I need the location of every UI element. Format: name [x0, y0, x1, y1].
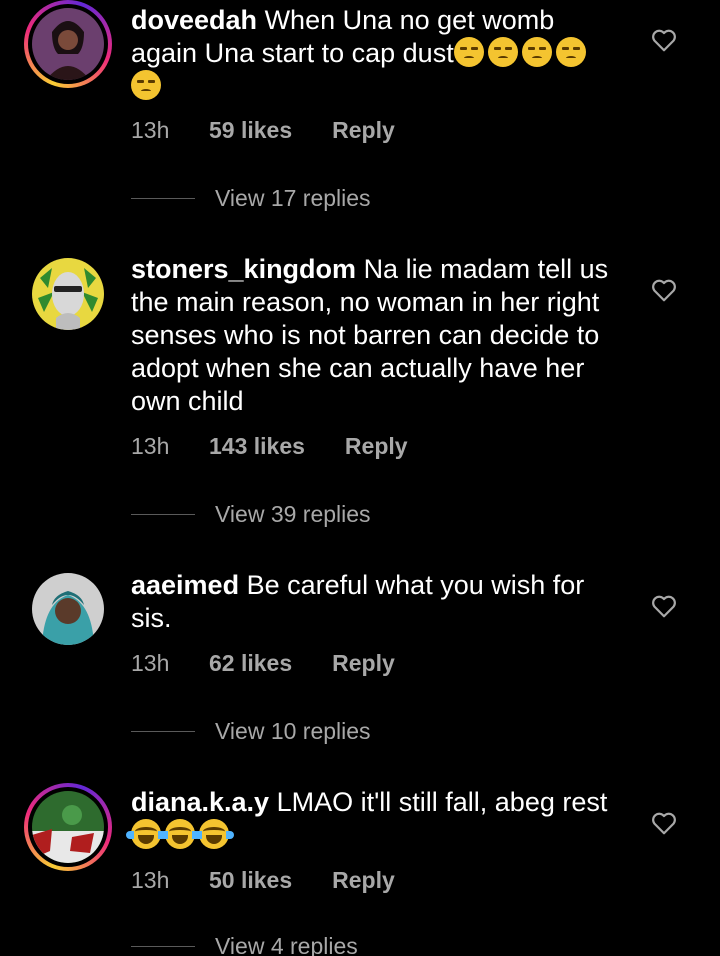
comment-body: aaeimed Be careful what you wish for sis… — [131, 569, 621, 635]
timestamp: 13h — [131, 650, 170, 676]
comment-text: LMAO it'll still fall, abeg rest — [276, 787, 608, 817]
comment-meta: 13h 50 likes Reply — [131, 867, 395, 894]
reply-button[interactable]: Reply — [332, 117, 395, 144]
like-count[interactable]: 143 likes — [209, 433, 305, 460]
divider — [131, 731, 195, 732]
like-count[interactable]: 59 likes — [209, 117, 292, 144]
unamused-face-icon — [555, 37, 586, 67]
view-replies-button[interactable]: View 4 replies — [131, 933, 358, 956]
heart-outline-icon[interactable] — [651, 594, 677, 618]
avatar[interactable] — [32, 573, 104, 645]
reply-button[interactable]: Reply — [345, 433, 408, 460]
reply-button[interactable]: Reply — [332, 650, 395, 677]
view-replies-label: View 4 replies — [215, 933, 358, 956]
comment-body: stoners_kingdom Na lie madam tell us the… — [131, 253, 621, 418]
heart-outline-icon[interactable] — [651, 28, 677, 52]
avatar-image — [32, 573, 104, 645]
divider — [131, 514, 195, 515]
comment-body: doveedah When Una no get womb again Una … — [131, 4, 621, 103]
username[interactable]: stoners_kingdom — [131, 254, 356, 284]
comment-meta: 13h 62 likes Reply — [131, 650, 395, 677]
username[interactable]: aaeimed — [131, 570, 239, 600]
face-with-tears-of-joy-icon — [194, 819, 234, 849]
story-ring[interactable] — [24, 0, 112, 88]
unamused-face-icon — [487, 37, 518, 67]
unamused-face-icon — [453, 37, 484, 67]
view-replies-label: View 17 replies — [215, 185, 371, 211]
comment-body: diana.k.a.y LMAO it'll still fall, abeg … — [126, 786, 621, 852]
face-with-tears-of-joy-icon — [126, 819, 166, 849]
avatar[interactable] — [32, 258, 104, 330]
timestamp: 13h — [131, 433, 170, 459]
comment-meta: 13h 59 likes Reply — [131, 117, 395, 144]
timestamp: 13h — [131, 117, 170, 143]
heart-outline-icon[interactable] — [651, 811, 677, 835]
username[interactable]: doveedah — [131, 5, 257, 35]
avatar-image — [32, 258, 104, 330]
divider — [131, 946, 195, 947]
view-replies-button[interactable]: View 39 replies — [131, 501, 371, 528]
heart-outline-icon[interactable] — [651, 278, 677, 302]
view-replies-label: View 39 replies — [215, 501, 371, 527]
avatar — [32, 8, 104, 80]
avatar — [32, 791, 104, 863]
unamused-face-icon — [131, 70, 161, 100]
divider — [131, 198, 195, 199]
username[interactable]: diana.k.a.y — [131, 787, 269, 817]
view-replies-button[interactable]: View 10 replies — [131, 718, 371, 745]
like-count[interactable]: 50 likes — [209, 867, 292, 894]
reply-button[interactable]: Reply — [332, 867, 395, 894]
comment-meta: 13h 143 likes Reply — [131, 433, 408, 460]
timestamp: 13h — [131, 867, 170, 893]
view-replies-button[interactable]: View 17 replies — [131, 185, 371, 212]
face-with-tears-of-joy-icon — [160, 819, 200, 849]
like-count[interactable]: 62 likes — [209, 650, 292, 677]
view-replies-label: View 10 replies — [215, 718, 371, 744]
unamused-face-icon — [521, 37, 552, 67]
story-ring[interactable] — [24, 783, 112, 871]
